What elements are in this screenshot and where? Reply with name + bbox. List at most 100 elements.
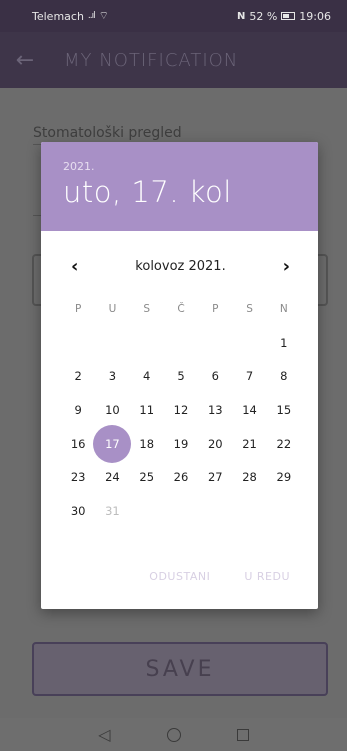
empty-cell <box>61 326 95 360</box>
system-nav-bar: ◁ <box>0 718 347 751</box>
weekday-label: U <box>108 302 117 315</box>
day-cell[interactable]: 13 <box>198 393 232 427</box>
week-row: 23 24 25 26 27 28 29 <box>61 460 301 494</box>
day-number: 14 <box>242 402 257 417</box>
empty-cell <box>130 494 164 528</box>
day-cell[interactable]: 6 <box>198 359 232 393</box>
day-number: 8 <box>280 369 288 384</box>
day-cell[interactable]: 2 <box>61 359 95 393</box>
day-cell[interactable]: 8 <box>267 359 301 393</box>
day-number: 21 <box>242 436 257 451</box>
day-cell[interactable]: 26 <box>164 460 198 494</box>
day-cell[interactable]: 23 <box>61 460 95 494</box>
day-cell[interactable]: 1 <box>267 326 301 360</box>
day-cell[interactable]: 10 <box>95 393 129 427</box>
arrow-back-icon[interactable]: ← <box>0 48 50 73</box>
day-cell[interactable]: 21 <box>232 427 266 461</box>
signal-icon: ..ıl <box>87 11 96 21</box>
empty-cell <box>164 326 198 360</box>
day-number: 25 <box>139 470 155 485</box>
selected-year[interactable]: 2021. <box>63 160 296 173</box>
day-cell[interactable]: 15 <box>267 393 301 427</box>
weekday-label: S <box>246 302 253 315</box>
day-number: 15 <box>276 402 292 417</box>
day-number: 29 <box>276 470 292 485</box>
carrier-label: Telemach <box>32 9 84 23</box>
nav-back-icon[interactable]: ◁ <box>98 725 110 744</box>
save-button[interactable]: SAVE <box>32 642 328 696</box>
day-cell[interactable]: 28 <box>232 460 266 494</box>
nav-recents-icon[interactable] <box>236 728 249 741</box>
chevron-left-icon[interactable]: ‹ <box>71 256 78 277</box>
weekday-label: N <box>279 302 288 315</box>
dialog-actions: ODUSTANI U REDU <box>41 570 318 583</box>
day-cell[interactable]: 22 <box>267 427 301 461</box>
day-cell[interactable]: 3 <box>95 359 129 393</box>
status-bar: Telemach ..ıl ⌔ N 52 % 19:06 <box>0 0 347 32</box>
day-number: 7 <box>245 369 254 384</box>
month-navigation: ‹ kolovoz 2021. › <box>41 252 318 280</box>
weekday-header-row: PUSČPSN <box>61 292 301 326</box>
day-cell: 31 <box>95 494 129 528</box>
day-number: 13 <box>207 402 223 417</box>
cancel-button[interactable]: ODUSTANI <box>149 570 210 583</box>
nav-home-icon[interactable] <box>166 727 181 742</box>
day-number: 16 <box>70 436 86 451</box>
clock: 19:06 <box>299 9 331 23</box>
day-number: 27 <box>207 470 223 485</box>
day-number: 9 <box>74 402 82 417</box>
day-cell[interactable]: 7 <box>232 359 266 393</box>
battery-icon <box>281 12 296 20</box>
day-number: 23 <box>70 470 86 485</box>
day-cell[interactable]: 19 <box>164 427 198 461</box>
weekday-label: S <box>143 302 151 315</box>
app-bar: ← MY NOTIFICATION <box>0 32 347 88</box>
day-cell[interactable]: 5 <box>164 359 198 393</box>
day-cell[interactable]: 30 <box>61 494 95 528</box>
day-number: 18 <box>139 436 155 451</box>
day-cell[interactable]: 27 <box>198 460 232 494</box>
date-picker-header: 2021. uto, 17. kol <box>41 142 318 231</box>
day-number: 4 <box>143 369 151 384</box>
day-number: 2 <box>74 369 82 384</box>
day-cell[interactable]: 16 <box>61 427 95 461</box>
week-row: 9 10 11 12 13 14 15 <box>61 393 301 427</box>
day-number: 19 <box>173 436 189 451</box>
day-number: 20 <box>207 436 223 451</box>
day-cell[interactable]: 4 <box>130 359 164 393</box>
day-number: 10 <box>105 402 120 417</box>
calendar-grid: P U S Č P S N 1 2 3 4 5 6 7 8 9 10 11 12 13 14 15 16 17 18 19 20 21… <box>61 292 301 528</box>
week-row: 30 31 <box>61 494 301 528</box>
day-number: 26 <box>173 470 189 485</box>
day-cell[interactable]: 24 <box>95 460 129 494</box>
selected-date[interactable]: uto, 17. kol <box>63 175 296 209</box>
day-cell[interactable]: 12 <box>164 393 198 427</box>
chevron-right-icon[interactable]: › <box>283 256 290 277</box>
day-number: 28 <box>242 470 257 485</box>
day-number: 17 <box>105 436 120 451</box>
day-cell[interactable]: 14 <box>232 393 266 427</box>
day-cell-selected[interactable]: 17 <box>95 427 129 461</box>
day-number: 30 <box>70 503 86 518</box>
day-cell[interactable]: 18 <box>130 427 164 461</box>
ok-button[interactable]: U REDU <box>244 570 290 583</box>
week-row: 16 17 18 19 20 21 22 <box>61 427 301 461</box>
date-picker-dialog: 2021. uto, 17. kol ‹ kolovoz 2021. › P U S… <box>41 142 318 609</box>
day-number: 1 <box>280 335 288 350</box>
empty-cell <box>232 494 266 528</box>
day-cell[interactable]: 20 <box>198 427 232 461</box>
wifi-icon: ⌔ <box>98 9 109 22</box>
weekday-label: P <box>74 302 82 315</box>
day-cell[interactable]: 9 <box>61 393 95 427</box>
day-number: 22 <box>276 436 292 451</box>
day-number: 24 <box>105 470 120 485</box>
day-cell[interactable]: 25 <box>130 460 164 494</box>
week-row: 1 <box>61 326 301 360</box>
battery-percent: 52 % <box>249 9 278 23</box>
day-number: 31 <box>105 503 120 518</box>
nfc-icon: N <box>236 10 246 22</box>
empty-cell <box>198 494 232 528</box>
day-cell[interactable]: 29 <box>267 460 301 494</box>
day-number: 5 <box>177 369 185 384</box>
day-cell[interactable]: 11 <box>130 393 164 427</box>
